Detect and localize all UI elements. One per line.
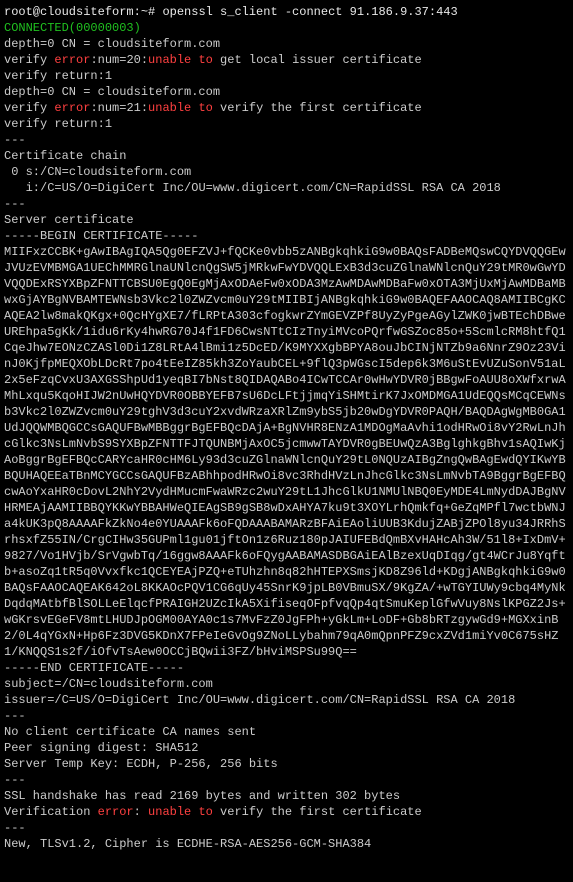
ssl-handshake: SSL handshake has read 2169 bytes and wr… — [4, 788, 569, 804]
certificate-body: MIIFxzCCBK+gAwIBAgIQA5Qg0EFZVJ+fQCKe0vbb… — [4, 244, 569, 660]
no-client-cert: No client certificate CA names sent — [4, 724, 569, 740]
cert-chain-header: Certificate chain — [4, 148, 569, 164]
chain-subject: 0 s:/CN=cloudsiteform.com — [4, 164, 569, 180]
command-text: openssl s_client -connect — [162, 5, 349, 19]
chain-issuer: i:/C=US/O=DigiCert Inc/OU=www.digicert.c… — [4, 180, 569, 196]
end-certificate: -----END CERTIFICATE----- — [4, 660, 569, 676]
server-temp-key: Server Temp Key: ECDH, P-256, 256 bits — [4, 756, 569, 772]
depth-line: depth=0 CN = cloudsiteform.com — [4, 84, 569, 100]
verify-error-line: verify error:num=21:unable to verify the… — [4, 100, 569, 116]
begin-certificate: -----BEGIN CERTIFICATE----- — [4, 228, 569, 244]
verification-error: Verification error: unable to verify the… — [4, 804, 569, 820]
shell-prompt: root@cloudsiteform:~# — [4, 5, 162, 19]
separator: --- — [4, 820, 569, 836]
separator: --- — [4, 132, 569, 148]
cert-issuer: issuer=/C=US/O=DigiCert Inc/OU=www.digic… — [4, 692, 569, 708]
tls-cipher: New, TLSv1.2, Cipher is ECDHE-RSA-AES256… — [4, 836, 569, 852]
verify-error-line: verify error:num=20:unable to get local … — [4, 52, 569, 68]
connect-target: 91.186.9.37:443 — [350, 5, 458, 19]
separator: --- — [4, 772, 569, 788]
connected-line: CONNECTED(00000003) — [4, 20, 569, 36]
verify-return-line: verify return:1 — [4, 116, 569, 132]
server-cert-header: Server certificate — [4, 212, 569, 228]
separator: --- — [4, 708, 569, 724]
peer-signing-digest: Peer signing digest: SHA512 — [4, 740, 569, 756]
terminal-output: root@cloudsiteform:~# openssl s_client -… — [4, 4, 569, 20]
cert-subject: subject=/CN=cloudsiteform.com — [4, 676, 569, 692]
depth-line: depth=0 CN = cloudsiteform.com — [4, 36, 569, 52]
separator: --- — [4, 196, 569, 212]
verify-return-line: verify return:1 — [4, 68, 569, 84]
